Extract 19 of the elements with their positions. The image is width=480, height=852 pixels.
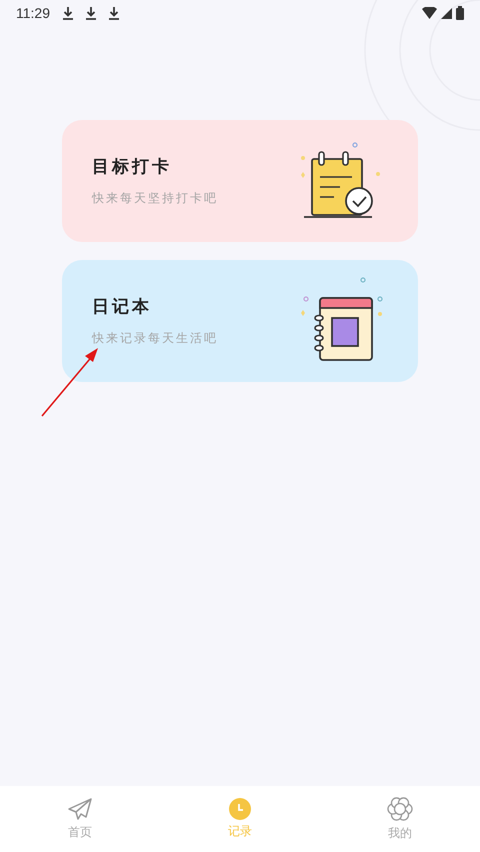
signal-icon (441, 8, 452, 18)
wifi-icon (422, 7, 437, 19)
feature-card[interactable]: 日记本 快来记录每天生活吧 (62, 260, 418, 382)
card-title: 日记本 (92, 296, 153, 320)
status-time: 11:29 (16, 4, 50, 22)
paper-plane-icon (67, 797, 93, 821)
clock-icon (229, 798, 251, 820)
card-subtitle: 快来记录每天生活吧 (92, 330, 218, 347)
nav-tab[interactable]: 首页 (0, 797, 160, 841)
nav-tab[interactable]: 记录 (160, 798, 320, 840)
nav-tab[interactable]: 我的 (320, 796, 480, 842)
card-title: 目标打卡 (92, 156, 173, 180)
flower-icon (387, 796, 413, 822)
download-icon (62, 6, 74, 20)
download-icon (85, 6, 97, 20)
feature-card[interactable]: 目标打卡 快来每天坚持打卡吧 (62, 120, 418, 242)
card-subtitle: 快来每天坚持打卡吧 (92, 190, 218, 207)
battery-icon (456, 6, 464, 20)
download-icon (108, 6, 120, 20)
